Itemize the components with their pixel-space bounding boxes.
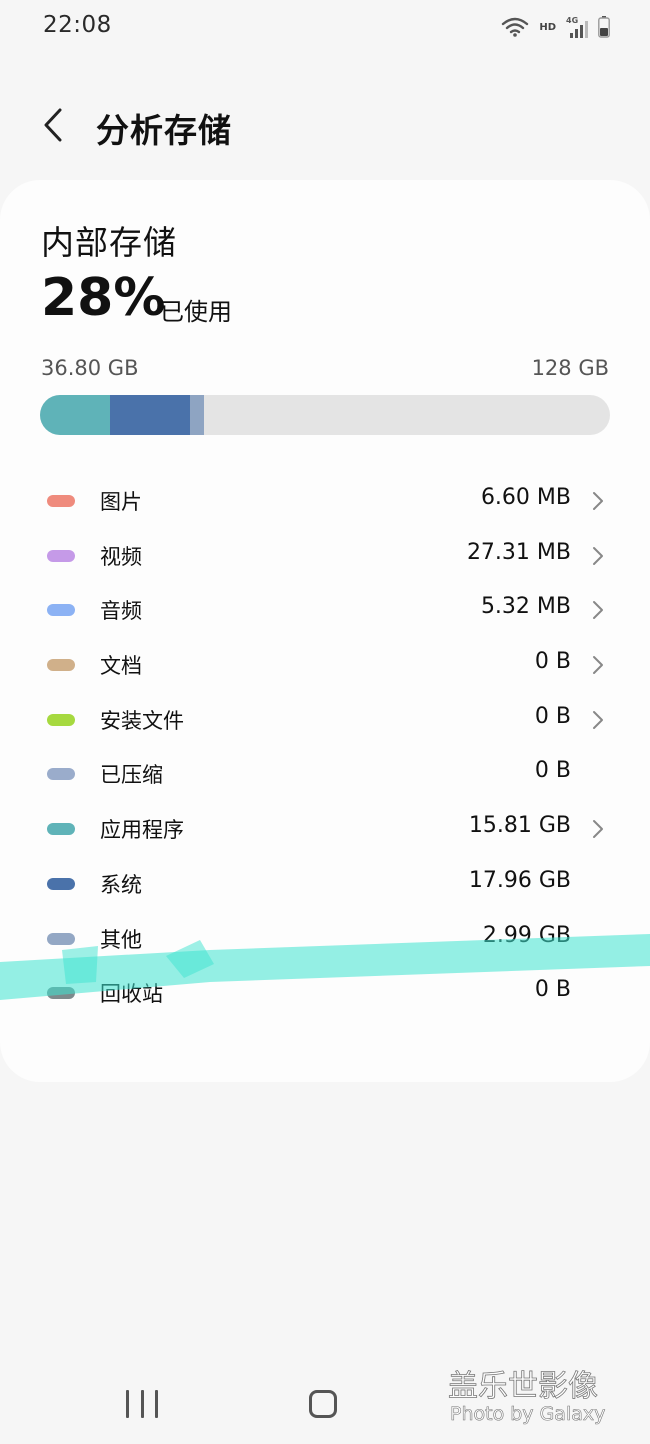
total-amount: 128 GB bbox=[531, 356, 609, 380]
category-row[interactable]: 系统 17.96 GB bbox=[0, 856, 650, 911]
usage-segment bbox=[110, 395, 191, 435]
chevron-right-icon bbox=[593, 820, 603, 839]
category-color-dot bbox=[47, 987, 75, 1000]
storage-title: 内部存储 bbox=[41, 223, 177, 262]
category-row[interactable]: 音频 5.32 MB bbox=[0, 582, 650, 637]
category-label: 系统 bbox=[100, 872, 142, 897]
category-color-dot bbox=[47, 823, 75, 836]
category-row[interactable]: 已压缩 0 B bbox=[0, 746, 650, 801]
category-size: 6.60 MB bbox=[480, 485, 571, 510]
category-color-dot bbox=[47, 549, 75, 562]
chevron-right-icon bbox=[593, 601, 603, 620]
chevron-right-icon bbox=[593, 656, 603, 675]
category-row[interactable]: 安装文件 0 B bbox=[0, 692, 650, 747]
category-list: 图片 6.60 MB 视频 27.31 MB 音频 5.32 MB 文档 0 B 安装文件 0 B… bbox=[0, 473, 650, 1020]
category-row[interactable]: 其他 2.99 GB bbox=[0, 911, 650, 966]
category-size: 27.31 MB bbox=[466, 539, 571, 565]
category-row[interactable]: 图片 6.60 MB bbox=[0, 473, 650, 528]
recent-apps-icon bbox=[126, 1390, 129, 1418]
recent-apps-button[interactable] bbox=[126, 1390, 158, 1420]
category-color-dot bbox=[47, 659, 75, 672]
category-label: 图片 bbox=[100, 490, 142, 514]
category-label: 文档 bbox=[100, 654, 142, 679]
category-label: 回收站 bbox=[100, 982, 163, 1007]
category-size: 2.99 GB bbox=[482, 922, 571, 948]
category-label: 安装文件 bbox=[100, 708, 184, 733]
category-label: 其他 bbox=[100, 927, 142, 952]
status-bar: 22:08 HD 4G bbox=[0, 0, 650, 56]
chevron-left-icon bbox=[44, 108, 62, 142]
category-color-dot bbox=[47, 495, 75, 507]
wifi-icon bbox=[501, 16, 529, 38]
category-size: 17.96 GB bbox=[468, 867, 571, 893]
category-size: 15.81 GB bbox=[468, 813, 571, 839]
app-bar: 分析存储 bbox=[0, 86, 650, 166]
category-row[interactable]: 应用程序 15.81 GB bbox=[0, 801, 650, 856]
category-size: 5.32 MB bbox=[480, 594, 571, 620]
status-icons: HD 4G bbox=[501, 14, 610, 40]
category-size: 0 B bbox=[534, 703, 571, 729]
category-color-dot bbox=[47, 768, 75, 781]
category-row[interactable]: 回收站 0 B bbox=[0, 965, 650, 1020]
signal-4g-icon: 4G bbox=[566, 15, 588, 39]
storage-card: 内部存储 28% 已使用 36.80 GB 128 GB 图片 6.60 MB 视频… bbox=[0, 180, 650, 1082]
battery-icon bbox=[598, 16, 610, 38]
chevron-right-icon bbox=[593, 546, 603, 565]
category-color-dot bbox=[47, 932, 75, 945]
status-time: 22:08 bbox=[43, 12, 112, 38]
category-label: 视频 bbox=[100, 544, 142, 569]
usage-segment bbox=[190, 395, 204, 435]
chevron-right-icon bbox=[593, 710, 603, 729]
category-row[interactable]: 文档 0 B bbox=[0, 637, 650, 692]
svg-text:Photo by Galaxy: Photo by Galaxy bbox=[450, 1403, 605, 1425]
hd-icon: HD bbox=[539, 21, 556, 33]
galaxy-watermark: 盖乐世影像 Photo by Galaxy bbox=[448, 1369, 606, 1426]
home-button[interactable] bbox=[309, 1390, 337, 1418]
category-size: 0 B bbox=[534, 649, 571, 675]
usage-percent: 28% bbox=[41, 268, 166, 328]
page-title: 分析存储 bbox=[96, 111, 232, 150]
used-amount: 36.80 GB bbox=[41, 356, 139, 380]
category-color-dot bbox=[47, 713, 75, 726]
svg-text:4G: 4G bbox=[566, 16, 578, 25]
category-color-dot bbox=[47, 877, 75, 890]
usage-label: 已使用 bbox=[160, 298, 232, 326]
chevron-right-icon bbox=[593, 492, 603, 510]
category-size: 0 B bbox=[534, 977, 571, 1003]
category-row[interactable]: 视频 27.31 MB bbox=[0, 528, 650, 583]
usage-segment bbox=[40, 395, 111, 435]
category-color-dot bbox=[47, 604, 75, 617]
category-label: 应用程序 bbox=[100, 818, 184, 843]
category-label: 音频 bbox=[100, 599, 142, 624]
storage-usage-bar bbox=[40, 395, 610, 435]
category-size: 0 B bbox=[534, 758, 571, 784]
svg-text:盖乐世影像: 盖乐世影像 bbox=[448, 1369, 598, 1404]
category-label: 已压缩 bbox=[100, 763, 163, 788]
back-button[interactable] bbox=[30, 100, 76, 150]
